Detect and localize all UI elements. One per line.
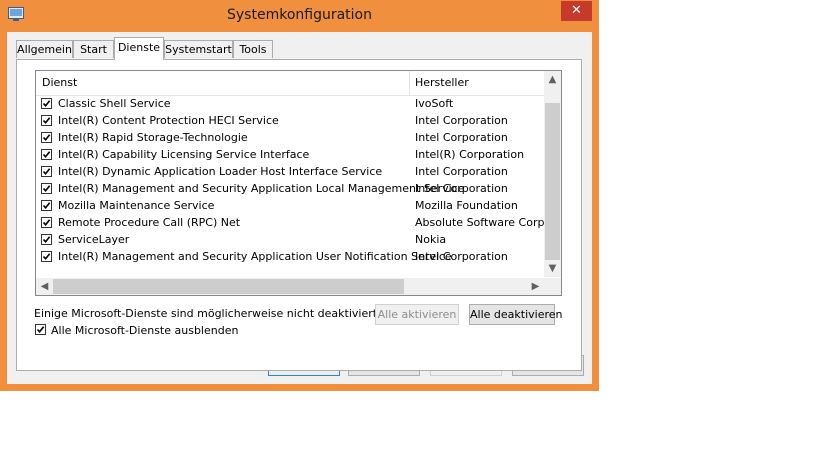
column-header-service[interactable]: Dienst <box>42 76 77 89</box>
service-name: Intel(R) Management and Security Applica… <box>58 182 465 195</box>
scroll-right-icon[interactable]: ▶ <box>527 278 544 295</box>
column-divider[interactable] <box>409 71 410 95</box>
service-name: Intel(R) Capability Licensing Service In… <box>58 148 310 161</box>
checkmark-icon <box>42 151 51 159</box>
horizontal-scroll-thumb[interactable] <box>53 279 404 294</box>
service-manufacturer: Absolute Software Corp. <box>415 216 548 229</box>
service-checkbox[interactable] <box>41 234 52 245</box>
services-list[interactable]: Dienst Hersteller Classic Shell Service … <box>35 70 562 296</box>
title-bar[interactable]: Systemkonfiguration ✕ <box>0 0 599 32</box>
service-row[interactable]: Classic Shell Service IvoSoft <box>36 96 544 113</box>
column-header-manufacturer[interactable]: Hersteller <box>415 76 469 89</box>
vertical-scroll-thumb[interactable] <box>545 103 560 260</box>
checkmark-icon <box>42 185 51 193</box>
checkmark-icon <box>42 253 51 261</box>
scroll-up-icon[interactable]: ▲ <box>544 71 561 88</box>
scrollbar-corner <box>544 278 561 295</box>
service-name: Intel(R) Management and Security Applica… <box>58 250 452 263</box>
tab-dienste[interactable]: Dienste <box>114 37 164 60</box>
service-name: Intel(R) Content Protection HECI Service <box>58 114 279 127</box>
checkmark-icon <box>36 326 45 334</box>
window-title: Systemkonfiguration <box>227 7 372 23</box>
service-checkbox[interactable] <box>41 200 52 211</box>
checkmark-icon <box>42 219 51 227</box>
dialog-client: Allgemein Start Dienste Systemstart Tool… <box>7 32 592 384</box>
tab-systemstart[interactable]: Systemstart <box>164 40 233 58</box>
service-manufacturer: Intel Corporation <box>415 165 508 178</box>
service-manufacturer: Mozilla Foundation <box>415 199 518 212</box>
service-manufacturer: Intel Corporation <box>415 250 508 263</box>
enable-all-button[interactable]: Alle aktivieren <box>375 304 459 325</box>
service-checkbox[interactable] <box>41 115 52 126</box>
hide-microsoft-label[interactable]: Alle Microsoft-Dienste ausblenden <box>51 324 238 337</box>
tab-start[interactable]: Start <box>73 40 114 58</box>
service-row[interactable]: Intel(R) Content Protection HECI Service… <box>36 113 544 130</box>
service-row[interactable]: Intel(R) Dynamic Application Loader Host… <box>36 164 544 181</box>
tab-allgemein[interactable]: Allgemein <box>16 40 73 58</box>
service-checkbox[interactable] <box>41 98 52 109</box>
service-manufacturer: Intel(R) Corporation <box>415 148 525 161</box>
service-name: Intel(R) Dynamic Application Loader Host… <box>58 165 383 178</box>
disable-all-button[interactable]: Alle deaktivieren <box>469 304 563 325</box>
microsoft-services-note: Einige Microsoft-Dienste sind möglicherw… <box>34 307 381 320</box>
hide-microsoft-checkbox[interactable] <box>35 324 46 335</box>
window-frame: Systemkonfiguration ✕ Allgemein Start Di… <box>0 0 599 391</box>
checkmark-icon <box>42 117 51 125</box>
checkmark-icon <box>42 100 51 108</box>
service-manufacturer: Nokia <box>415 233 447 246</box>
services-tab-panel: Dienst Hersteller Classic Shell Service … <box>16 59 582 371</box>
checkmark-icon <box>42 168 51 176</box>
close-button[interactable]: ✕ <box>561 1 592 21</box>
service-checkbox[interactable] <box>41 132 52 143</box>
horizontal-scrollbar[interactable]: ◀ ▶ <box>36 278 544 295</box>
service-row[interactable]: Intel(R) Rapid Storage-Technologie Intel… <box>36 130 544 147</box>
service-name: Classic Shell Service <box>58 97 171 110</box>
service-row[interactable]: Intel(R) Management and Security Applica… <box>36 181 544 198</box>
scroll-left-icon[interactable]: ◀ <box>36 278 53 295</box>
service-manufacturer: Intel Corporation <box>415 182 508 195</box>
checkmark-icon <box>42 202 51 210</box>
service-name: ServiceLayer <box>58 233 130 246</box>
checkmark-icon <box>42 236 51 244</box>
service-row[interactable]: Mozilla Maintenance Service Mozilla Foun… <box>36 198 544 215</box>
service-name: Remote Procedure Call (RPC) Net <box>58 216 241 229</box>
service-checkbox[interactable] <box>41 217 52 228</box>
scroll-down-icon[interactable]: ▼ <box>544 260 561 277</box>
service-manufacturer: Intel Corporation <box>415 131 508 144</box>
list-header: Dienst Hersteller <box>36 71 544 96</box>
vertical-scrollbar[interactable]: ▲ ▼ <box>544 71 561 277</box>
service-row[interactable]: ServiceLayer Nokia <box>36 232 544 249</box>
service-row[interactable]: Remote Procedure Call (RPC) Net Absolute… <box>36 215 548 232</box>
service-row[interactable]: Intel(R) Management and Security Applica… <box>36 249 544 266</box>
service-manufacturer: Intel Corporation <box>415 114 508 127</box>
service-name: Mozilla Maintenance Service <box>58 199 215 212</box>
service-manufacturer: IvoSoft <box>415 97 454 110</box>
service-name: Intel(R) Rapid Storage-Technologie <box>58 131 248 144</box>
service-checkbox[interactable] <box>41 251 52 262</box>
tab-tools[interactable]: Tools <box>233 40 273 58</box>
service-row[interactable]: Intel(R) Capability Licensing Service In… <box>36 147 544 164</box>
service-checkbox[interactable] <box>41 166 52 177</box>
service-checkbox[interactable] <box>41 183 52 194</box>
service-checkbox[interactable] <box>41 149 52 160</box>
checkmark-icon <box>42 134 51 142</box>
